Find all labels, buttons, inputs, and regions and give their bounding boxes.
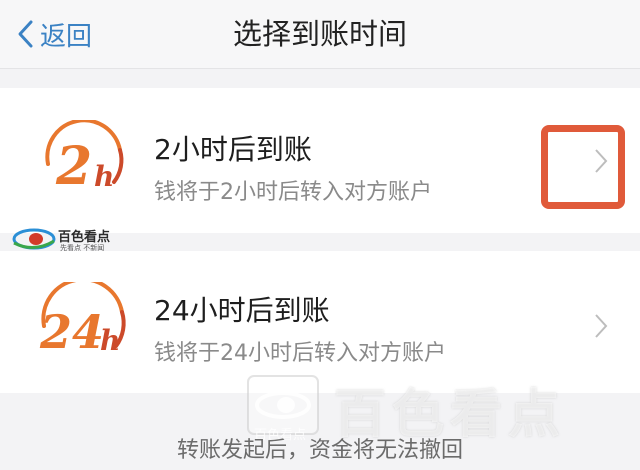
navigation-bar: 返回 选择到账时间 <box>0 0 640 69</box>
badge-unit: h <box>94 160 114 193</box>
watermark-slogan: 先看点 不新闻 <box>60 244 105 252</box>
page-title: 选择到账时间 <box>232 17 407 51</box>
clock-2h-icon: 2 h <box>45 120 124 197</box>
footer-note: 转账发起后，资金将无法撤回 <box>176 438 463 463</box>
badge-unit: h <box>100 324 120 357</box>
option-subtitle: 钱将于2小时后转入对方账户 <box>154 180 432 205</box>
badge-number: 24 <box>39 305 104 359</box>
badge-number: 2 <box>55 136 92 197</box>
option-title: 24小时后到账 <box>154 294 330 327</box>
highlight-box <box>541 125 625 209</box>
option-title: 2小时后到账 <box>154 133 312 166</box>
clock-24h-icon: 24 h <box>39 282 126 359</box>
chevron-right-icon <box>595 314 608 338</box>
option-subtitle: 钱将于24小时后转入对方账户 <box>154 341 446 366</box>
